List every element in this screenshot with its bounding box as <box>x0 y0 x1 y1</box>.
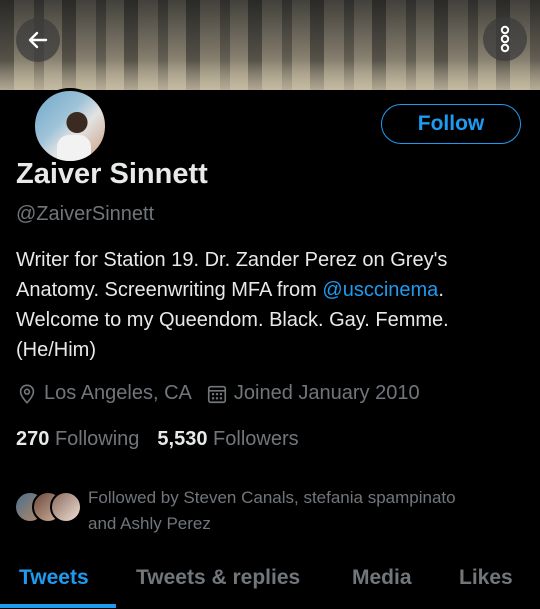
followers-link[interactable]: 5,530 Followers <box>157 428 298 450</box>
bio-line: Welcome to my Queendom. Black. Gay. Femm… <box>16 309 449 331</box>
followed-by-section[interactable]: Followed by Steven Canals, stefania spam… <box>14 485 534 537</box>
profile-banner[interactable] <box>0 0 540 90</box>
bio-line: (He/Him) <box>16 339 96 361</box>
banner-ground <box>0 60 540 90</box>
followers-count: 5,530 <box>157 428 208 450</box>
more-vertical-icon <box>500 25 510 53</box>
location-item: Los Angeles, CA <box>16 382 192 405</box>
profile-avatar[interactable] <box>32 88 108 164</box>
bio-text: . <box>438 279 444 301</box>
more-options-button[interactable] <box>483 17 527 61</box>
follow-counts: 270 Following 5,530 Followers <box>16 428 299 451</box>
tab-tweets-replies[interactable]: Tweets & replies <box>136 566 300 590</box>
back-button[interactable] <box>16 18 60 62</box>
joined-text: Joined January 2010 <box>233 382 420 404</box>
joined-item: Joined January 2010 <box>206 382 420 405</box>
followed-by-line: and Ashly Perez <box>88 514 211 533</box>
profile-handle: @ZaiverSinnett <box>16 203 155 225</box>
active-tab-indicator <box>0 604 116 608</box>
followers-label: Followers <box>213 428 299 450</box>
profile-bio: Writer for Station 19. Dr. Zander Perez … <box>16 245 528 365</box>
following-label: Following <box>54 428 140 450</box>
profile-tabs: Tweets Tweets & replies Media Likes <box>0 560 540 609</box>
bio-line: Anatomy. Screenwriting MFA from @usccine… <box>16 275 528 305</box>
profile-meta: Los Angeles, CA Joined January 2010 <box>16 382 420 405</box>
bio-text: Anatomy. Screenwriting MFA from <box>16 279 323 301</box>
location-text: Los Angeles, CA <box>44 382 192 404</box>
calendar-icon <box>207 385 226 403</box>
followed-by-avatars <box>14 485 84 525</box>
following-count: 270 <box>16 428 50 450</box>
follow-button[interactable]: Follow <box>381 104 521 144</box>
followed-by-line: Followed by Steven Canals, stefania spam… <box>88 488 456 507</box>
arrow-left-icon <box>28 31 48 49</box>
tab-media[interactable]: Media <box>352 566 412 590</box>
location-pin-icon <box>19 383 35 404</box>
tab-likes[interactable]: Likes <box>459 566 513 590</box>
followed-by-text: Followed by Steven Canals, stefania spam… <box>88 485 456 537</box>
following-link[interactable]: 270 Following <box>16 428 139 450</box>
profile-name: Zaiver Sinnett <box>16 158 208 190</box>
avatar <box>50 491 82 523</box>
bio-line: Writer for Station 19. Dr. Zander Perez … <box>16 249 448 271</box>
tab-tweets[interactable]: Tweets <box>19 566 89 590</box>
bio-mention-link[interactable]: @usccinema <box>322 279 438 301</box>
